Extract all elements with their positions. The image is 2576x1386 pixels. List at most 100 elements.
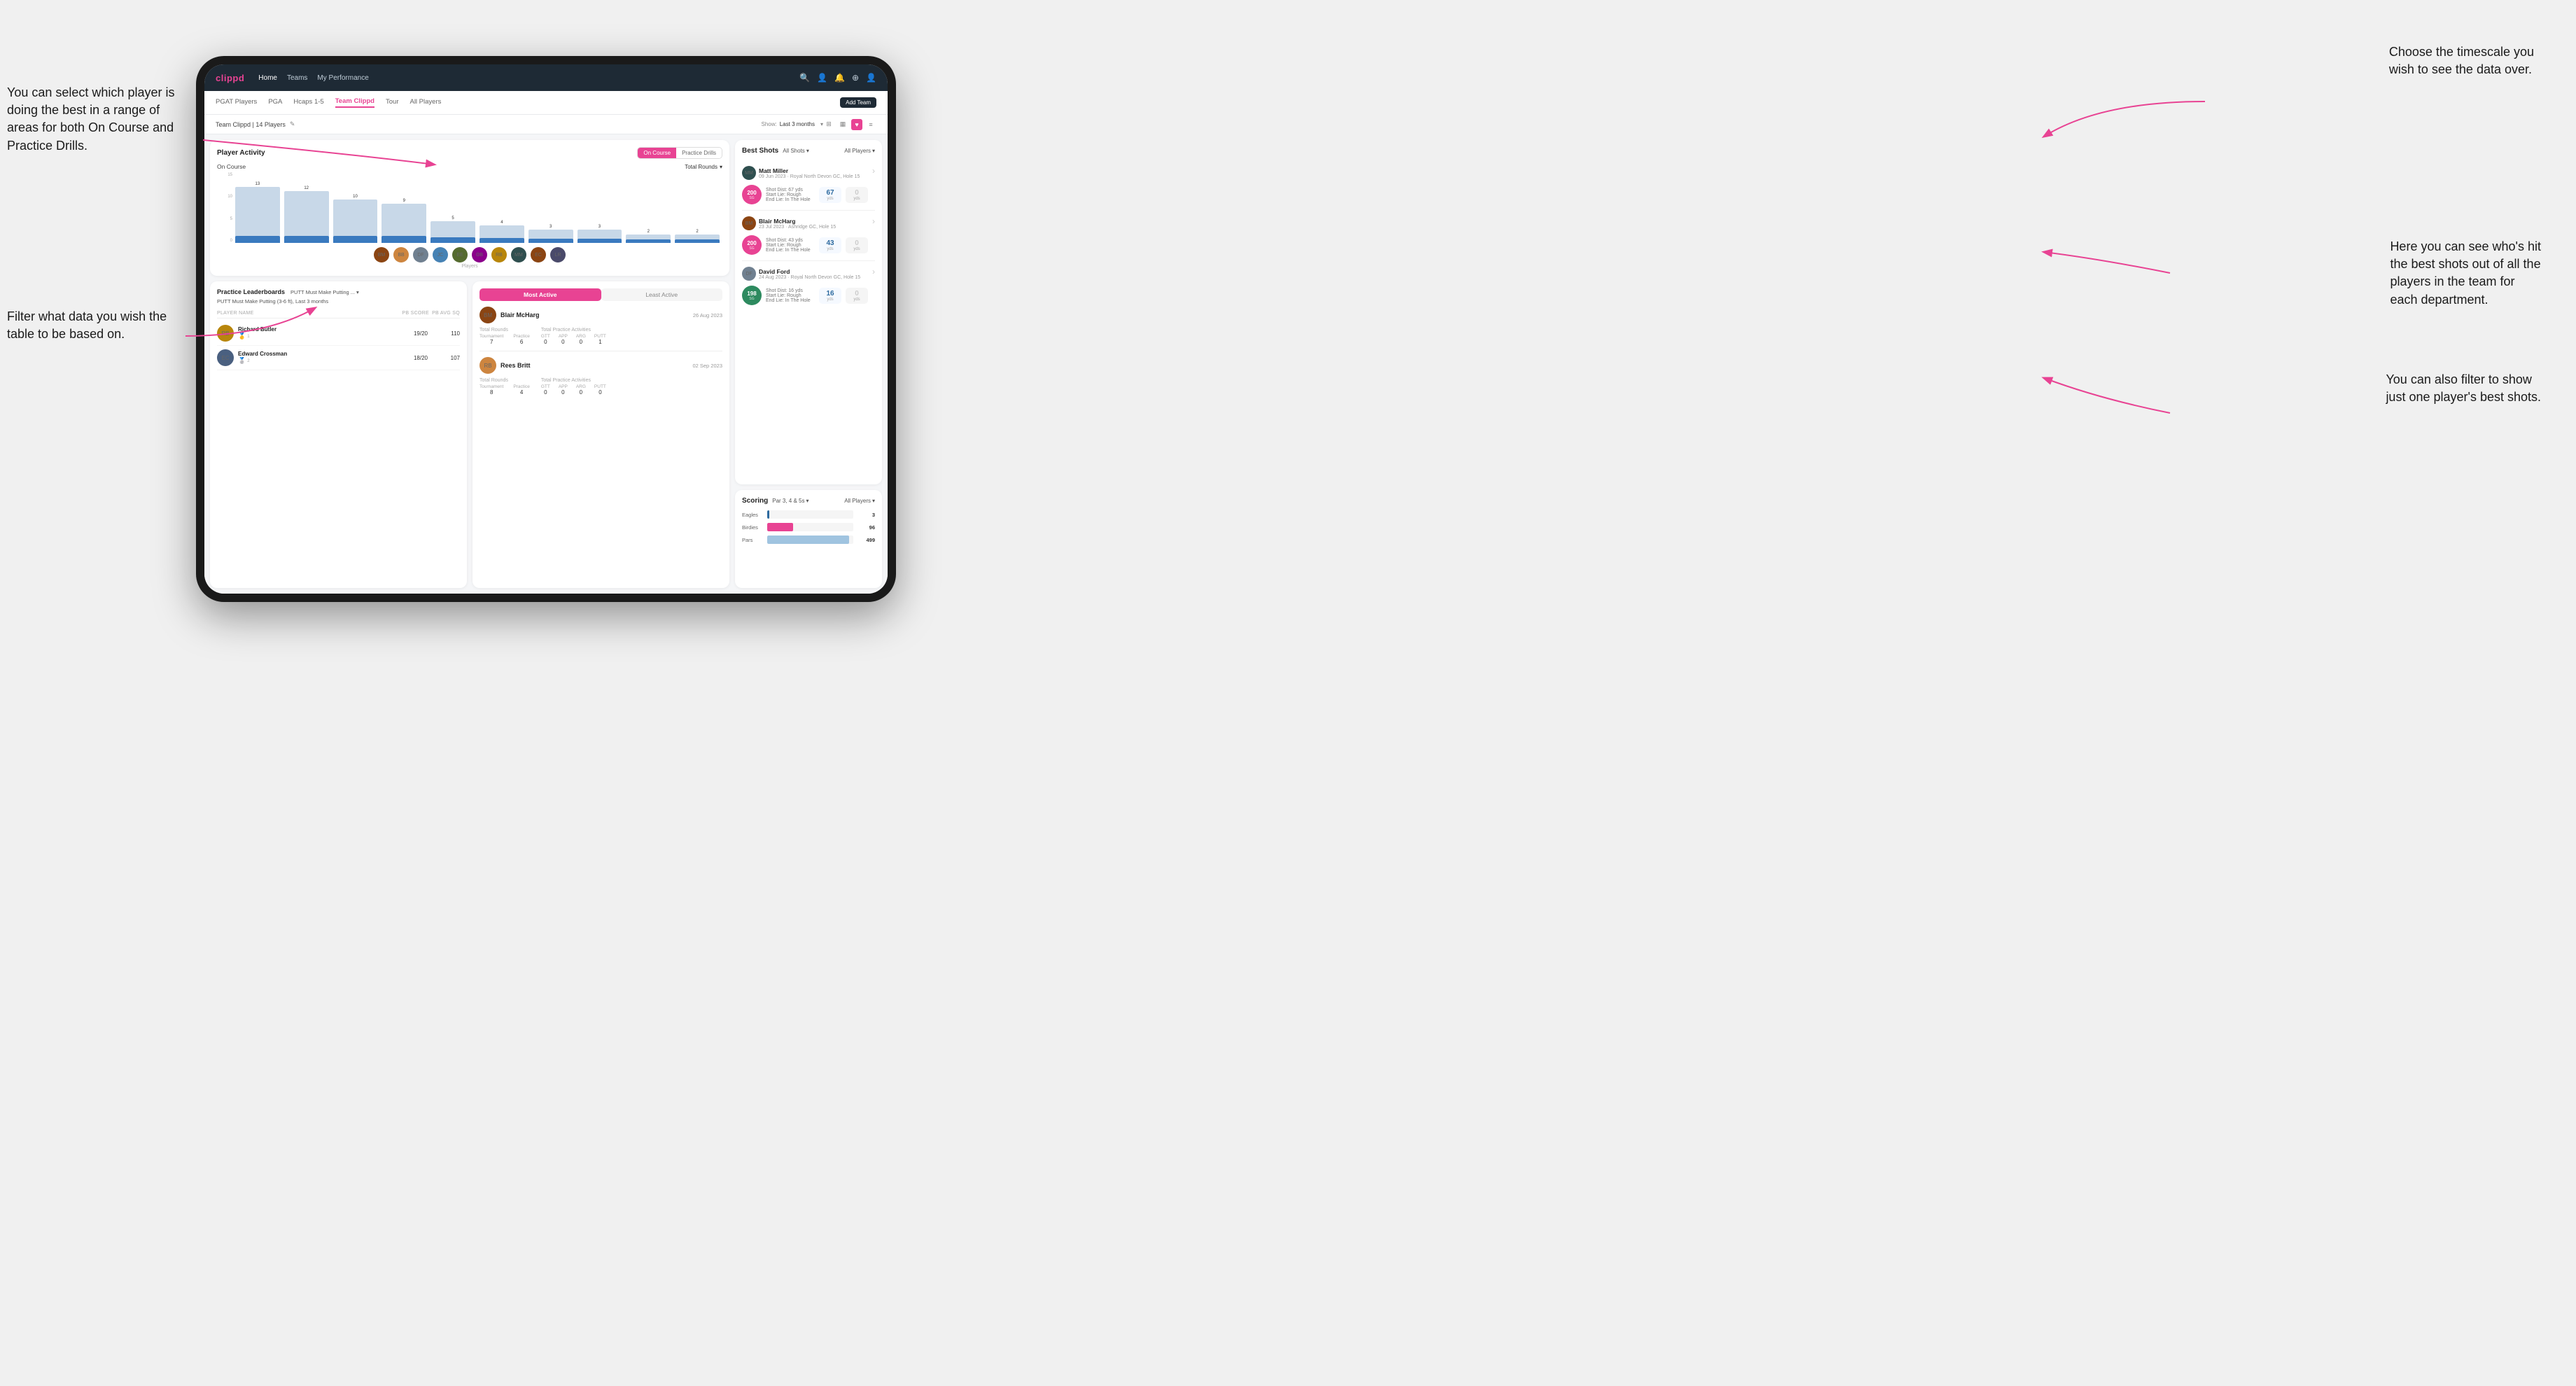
shot-dist-2: Shot Dist: 43 yds xyxy=(766,238,815,243)
bar-val-10: 2 xyxy=(696,230,698,234)
shot-player-detail-1: 09 Jun 2023 · Royal North Devon GC, Hole… xyxy=(759,174,860,179)
view-heart-icon[interactable]: ♥ xyxy=(851,119,862,130)
bar-inner-1 xyxy=(235,236,280,243)
avatar-3[interactable]: DF xyxy=(413,247,428,262)
bar-group-7: 3 xyxy=(528,225,573,243)
shot-metric-val-1a: 67 xyxy=(826,189,834,197)
stat-label-rounds: Total Rounds xyxy=(479,328,530,332)
scoring-players-filter[interactable]: All Players ▾ xyxy=(844,498,875,504)
scoring-bar-eagles xyxy=(767,510,769,519)
avatar-8[interactable]: MM xyxy=(511,247,526,262)
tab-pgat-players[interactable]: PGAT Players xyxy=(216,98,257,107)
tab-least-active[interactable]: Least Active xyxy=(601,288,723,301)
tab-all-players[interactable]: All Players xyxy=(410,98,441,107)
stat-sub-tournament-label: Tournament xyxy=(479,334,503,339)
bar-6 xyxy=(479,225,524,243)
shot-row-3[interactable]: DF David Ford 24 Aug 2023 · Royal North … xyxy=(742,261,875,311)
tab-tour[interactable]: Tour xyxy=(386,98,398,107)
tab-most-active[interactable]: Most Active xyxy=(479,288,601,301)
bar-inner-6 xyxy=(479,238,524,243)
shot-stats-row-2: 200 SG Shot Dist: 43 yds Start Lie: Roug… xyxy=(742,235,868,255)
avatar-icon[interactable]: 👤 xyxy=(866,73,876,83)
plus-icon[interactable]: ⊕ xyxy=(852,73,859,83)
shot-row-1[interactable]: MM Matt Miller 09 Jun 2023 · Royal North… xyxy=(742,160,875,211)
shot-metric-unit-1b: yds xyxy=(853,197,860,201)
active-player-date-1: 26 Aug 2023 xyxy=(693,312,722,318)
bell-icon[interactable]: 🔔 xyxy=(834,73,845,83)
view-grid-icon[interactable]: ⊞ xyxy=(823,119,834,130)
active-player-name-2: Rees Britt xyxy=(500,362,531,369)
bar-5 xyxy=(430,221,475,243)
bar-7 xyxy=(528,230,573,243)
tab-team-clippd[interactable]: Team Clippd xyxy=(335,97,374,108)
avatar-1[interactable]: BM xyxy=(374,247,389,262)
main-content: Player Activity On Course Practice Drill… xyxy=(204,134,888,594)
shot-row-2[interactable]: BM Blair McHarg 23 Jul 2023 · Ashridge G… xyxy=(742,211,875,261)
search-icon[interactable]: 🔍 xyxy=(799,73,810,83)
chart-container: 15 10 5 0 13 xyxy=(217,173,722,243)
practice-row-1[interactable]: RB Richard Butler 🥇 1 19/20 110 xyxy=(217,321,460,346)
scoring-filter[interactable]: Par 3, 4 & 5s ▾ xyxy=(772,498,808,504)
nav-link-performance[interactable]: My Performance xyxy=(317,74,368,82)
tab-pga[interactable]: PGA xyxy=(268,98,282,107)
bar-inner-10 xyxy=(675,239,720,243)
chart-dropdown[interactable]: Total Rounds ▾ xyxy=(685,164,722,170)
toggle-practice-drills[interactable]: Practice Drills xyxy=(676,148,722,158)
practice-avatar-1: RB xyxy=(217,325,234,342)
stat-group-activities-2: Total Practice Activities GTT 0 APP xyxy=(541,378,606,396)
chevron-down-practice: ▾ xyxy=(356,289,359,295)
scoring-row-birdies: Birdies 96 xyxy=(742,523,875,531)
avatar-2[interactable]: BB xyxy=(393,247,409,262)
bar-group-9: 2 xyxy=(626,230,671,243)
avatar-7[interactable]: RB xyxy=(491,247,507,262)
add-team-button[interactable]: Add Team xyxy=(840,97,876,108)
bar-3 xyxy=(333,200,378,243)
practice-sub-title: PUTT Must Make Putting (3-6 ft), Last 3 … xyxy=(217,298,460,304)
stats-row-1: Total Rounds Tournament 7 Practice xyxy=(479,328,722,345)
practice-row-2[interactable]: EC Edward Crossman 🥈 2 18/20 107 xyxy=(217,346,460,370)
practice-header: Practice Leaderboards PUTT Must Make Put… xyxy=(217,288,460,295)
avatar-9[interactable]: EC xyxy=(531,247,546,262)
bar-val-8: 3 xyxy=(598,225,601,229)
tab-hcaps[interactable]: Hcaps 1-5 xyxy=(293,98,323,107)
shot-metric-unit-1a: yds xyxy=(827,197,833,201)
shot-player-details-1: Matt Miller 09 Jun 2023 · Royal North De… xyxy=(759,167,860,179)
view-filter-icon[interactable]: ≡ xyxy=(865,119,876,130)
edit-icon[interactable]: ✎ xyxy=(290,120,295,128)
shots-filter[interactable]: All Shots ▾ xyxy=(783,148,809,154)
avatar-10[interactable]: LR xyxy=(550,247,566,262)
shot-player-details-3: David Ford 24 Aug 2023 · Royal North Dev… xyxy=(759,268,860,280)
bar-group-2: 12 xyxy=(284,186,329,243)
show-dropdown[interactable]: Last 3 months xyxy=(780,121,815,127)
card-header: Player Activity On Course Practice Drill… xyxy=(217,147,722,159)
player-info-2: Edward Crossman 🥈 2 xyxy=(238,351,396,365)
user-icon[interactable]: 👤 xyxy=(817,73,827,83)
bars-area: 13 12 xyxy=(232,173,722,243)
shots-title: Best Shots xyxy=(742,147,778,155)
bar-val-4: 9 xyxy=(403,199,405,203)
bar-9 xyxy=(626,234,671,243)
shot-metric-2a: 43 yds xyxy=(819,237,841,253)
stat-group-activities-1: Total Practice Activities GTT 0 APP xyxy=(541,328,606,345)
view-list-icon[interactable]: ▦ xyxy=(837,119,848,130)
shots-header: Best Shots All Shots ▾ All Players ▾ xyxy=(742,147,875,155)
player-avg-1: 110 xyxy=(432,330,460,337)
chevron-right-3: › xyxy=(872,267,875,276)
toggle-on-course[interactable]: On Course xyxy=(638,148,676,158)
bar-group-8: 3 xyxy=(578,225,622,243)
nav-link-teams[interactable]: Teams xyxy=(287,74,307,82)
nav-link-home[interactable]: Home xyxy=(258,74,277,82)
avatar-5[interactable]: EE xyxy=(452,247,468,262)
practice-filter[interactable]: PUTT Must Make Putting ... ▾ xyxy=(290,289,359,295)
active-player-block-1: BM Blair McHarg 26 Aug 2023 Total Rounds xyxy=(479,307,722,351)
shot-badge-1: 200 SG xyxy=(742,185,762,204)
active-player-name-1: Blair McHarg xyxy=(500,312,540,318)
avatar-6[interactable]: OB xyxy=(472,247,487,262)
shot-player-row-1: MM Matt Miller 09 Jun 2023 · Royal North… xyxy=(742,166,868,180)
scoring-bar-wrap-birdies xyxy=(767,523,853,531)
player-avg-2: 107 xyxy=(432,355,460,361)
shot-metric-unit-2a: yds xyxy=(827,247,833,251)
active-player-block-2: RB Rees Britt 02 Sep 2023 Total Rounds T… xyxy=(479,357,722,396)
avatar-4[interactable]: JC xyxy=(433,247,448,262)
players-filter[interactable]: All Players ▾ xyxy=(844,148,875,154)
